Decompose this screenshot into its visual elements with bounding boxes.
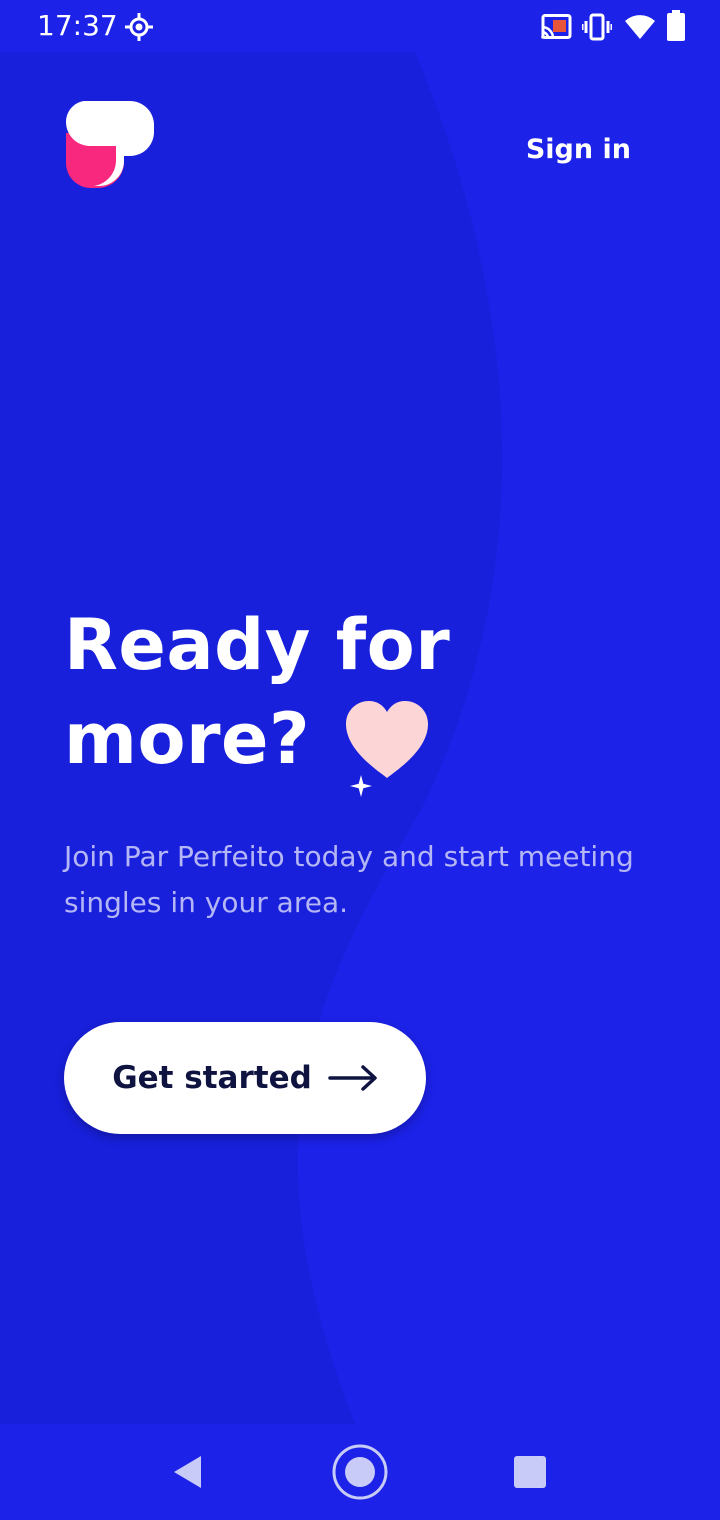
sign-in-link[interactable]: Sign in: [526, 130, 631, 170]
cast-icon: [541, 14, 572, 39]
recents-icon[interactable]: [513, 1455, 547, 1489]
welcome-screen: 17:37 Sign in Ready for more? Join Par P…: [0, 0, 720, 1520]
status-time: 17:37: [37, 9, 118, 42]
vibrate-icon: [582, 13, 612, 41]
get-started-button[interactable]: Get started: [64, 1022, 426, 1134]
navigation-bar: [0, 1424, 720, 1520]
battery-icon: [667, 10, 685, 41]
arrow-right-icon: [328, 1065, 377, 1091]
wifi-icon: [625, 15, 655, 39]
sparkle-icon: [350, 775, 372, 797]
home-icon[interactable]: [330, 1442, 390, 1502]
subtitle: Join Par Perfeito today and start meetin…: [64, 840, 634, 919]
par-perfeito-logo-icon: [66, 101, 154, 188]
status-bar: 17:37: [0, 0, 720, 52]
headline-line-1: Ready for: [64, 604, 451, 686]
heart-icon: [346, 701, 428, 778]
get-started-label: Get started: [112, 1060, 312, 1096]
location-target-icon: [125, 13, 153, 41]
back-icon[interactable]: [170, 1454, 206, 1490]
